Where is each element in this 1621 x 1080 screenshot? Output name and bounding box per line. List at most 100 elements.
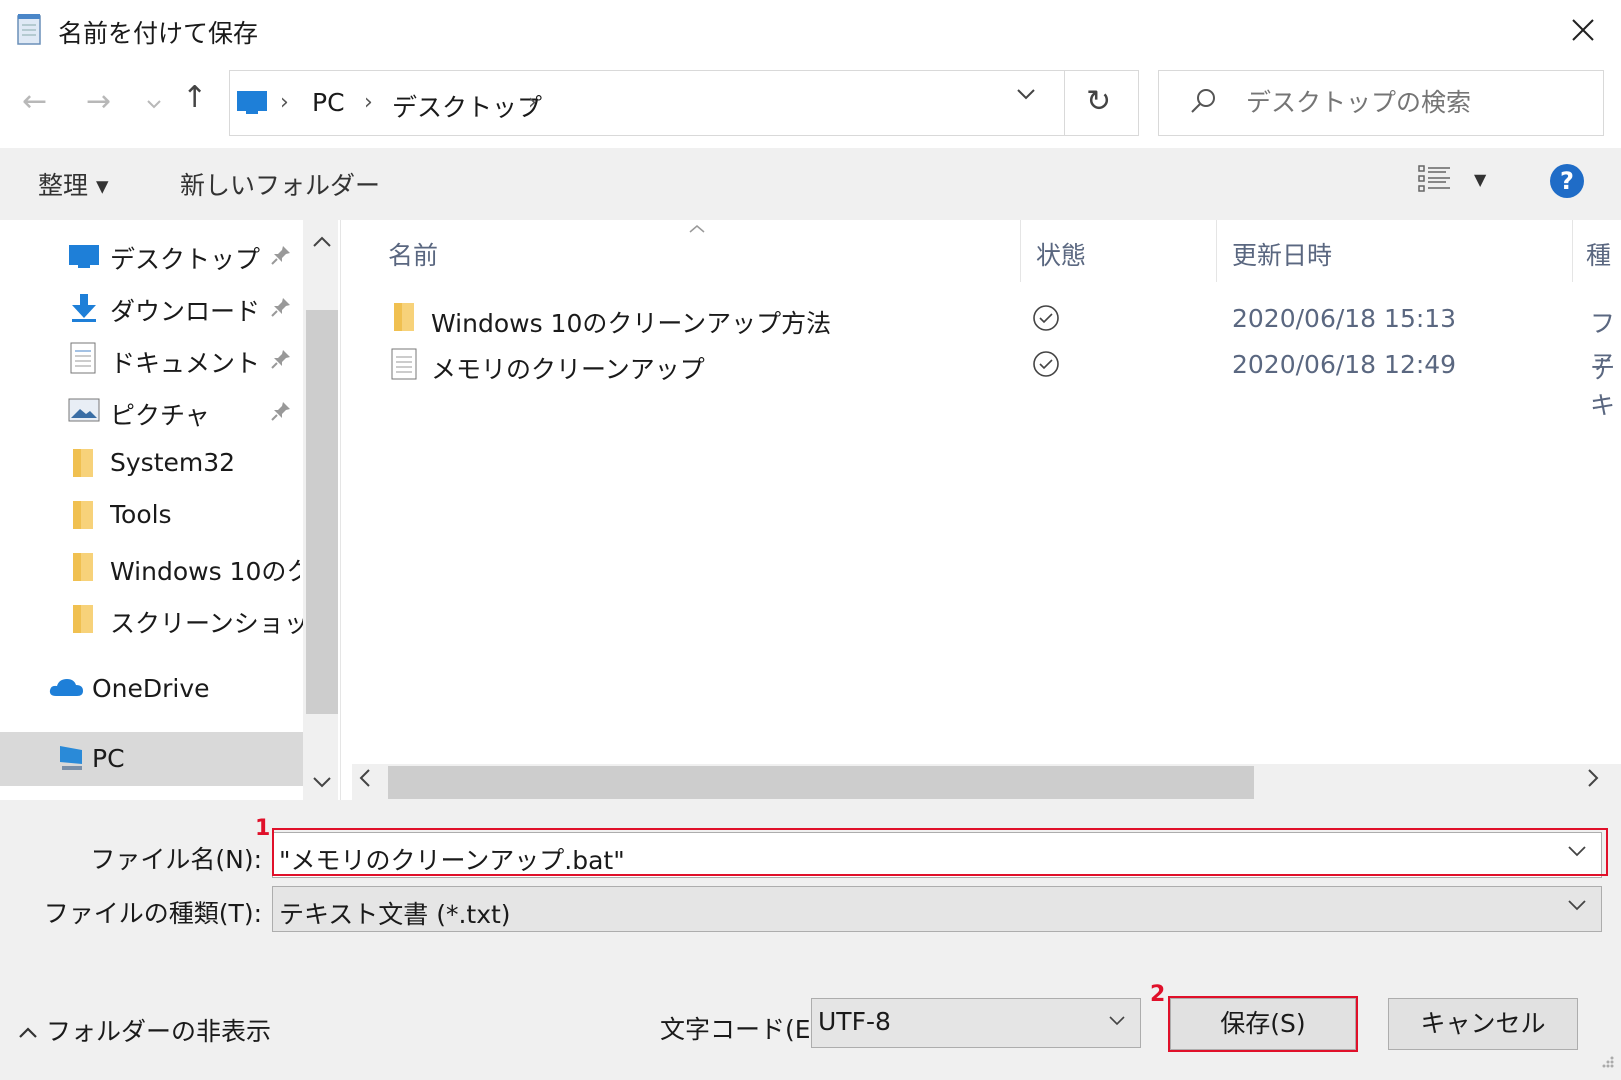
column-header-status[interactable]: 状態 <box>1036 236 1086 272</box>
scroll-right-icon[interactable] <box>1586 768 1600 794</box>
column-header-modified[interactable]: 更新日時 <box>1232 236 1332 272</box>
text-file-icon <box>391 348 417 384</box>
sidebar-item-label: PC <box>92 744 125 773</box>
encoding-value: UTF-8 <box>818 1007 891 1036</box>
column-separator[interactable] <box>1020 220 1021 282</box>
sort-ascending-icon <box>688 218 706 239</box>
cancel-button[interactable]: キャンセル <box>1388 998 1578 1050</box>
hide-folders-label: フォルダーの非表示 <box>45 1017 271 1046</box>
divider <box>1064 70 1065 136</box>
sidebar-item-label: System32 <box>110 448 236 477</box>
up-arrow-icon[interactable]: ↑ <box>182 80 207 115</box>
pc-icon <box>56 744 86 776</box>
refresh-icon[interactable]: ↻ <box>1086 84 1111 119</box>
encoding-label: 文字コード(E): <box>660 1015 829 1044</box>
breadcrumb-separator-icon: › <box>528 90 537 115</box>
sidebar-item-label: Tools <box>110 500 172 529</box>
list-item[interactable]: Windows 10のクリーンアップ方法 2020/06/18 15:13 ファ <box>385 298 1621 374</box>
column-separator[interactable] <box>1216 220 1217 282</box>
scroll-left-icon[interactable] <box>358 768 372 794</box>
sidebar-item-desktop[interactable]: デスクトップ <box>0 230 300 282</box>
sidebar-item-label: Windows 10のクリ <box>110 557 300 586</box>
sidebar-item-windows10-folder[interactable]: Windows 10のクリ <box>0 542 300 594</box>
highlight-box-save <box>1168 996 1358 1052</box>
sidebar-item-documents[interactable]: ドキュメント <box>0 334 300 386</box>
notepad-icon <box>16 12 44 46</box>
file-modified-date: 2020/06/18 12:49 <box>1232 350 1457 379</box>
encoding-select[interactable]: UTF-8 <box>811 998 1141 1048</box>
desktop-icon <box>68 244 100 272</box>
column-header-type[interactable]: 種 <box>1586 236 1611 272</box>
search-input[interactable] <box>1246 88 1576 117</box>
breadcrumb-desktop[interactable]: デスクトップ <box>392 88 542 124</box>
file-name: Windows 10のクリーンアップ方法 <box>431 309 832 338</box>
sidebar-item-label: ピクチャ <box>110 401 210 430</box>
back-arrow-icon[interactable]: ← <box>22 84 47 119</box>
step-marker-1: 1 <box>255 816 271 841</box>
sidebar-item-label: ダウンロード <box>110 297 261 326</box>
sidebar-item-downloads[interactable]: ダウンロード <box>0 282 300 334</box>
horizontal-scrollbar-thumb[interactable] <box>388 766 1254 799</box>
column-separator[interactable] <box>1572 220 1573 282</box>
step-marker-2: 2 <box>1150 982 1166 1007</box>
organize-button[interactable]: 整理 ▾ <box>38 166 109 202</box>
address-dropdown-icon[interactable] <box>1016 86 1036 105</box>
picture-icon <box>68 398 100 426</box>
folder-icon <box>393 302 415 336</box>
scroll-up-icon[interactable] <box>312 230 332 254</box>
recent-locations-chevron-icon[interactable] <box>146 94 162 113</box>
sidebar-item-label: OneDrive <box>92 674 210 703</box>
filename-label: ファイル名(N): <box>90 845 262 874</box>
folder-icon <box>72 604 94 638</box>
chevron-down-icon <box>1108 1011 1126 1030</box>
forward-arrow-icon[interactable]: → <box>86 84 111 119</box>
chevron-up-icon <box>18 1017 46 1046</box>
sync-status-check-icon <box>1032 350 1060 382</box>
help-button[interactable]: ? <box>1550 164 1584 198</box>
close-icon <box>1572 19 1594 41</box>
breadcrumb-pc[interactable]: PC <box>312 88 345 117</box>
breadcrumb-separator-icon: › <box>364 90 373 115</box>
sidebar-item-pictures[interactable]: ピクチャ <box>0 386 300 438</box>
filetype-value: テキスト文書 (*.txt) <box>279 900 511 929</box>
pane-divider <box>340 220 341 800</box>
pin-icon <box>270 348 292 374</box>
file-modified-date: 2020/06/18 15:13 <box>1232 304 1457 333</box>
scroll-down-icon[interactable] <box>312 770 332 794</box>
folder-icon <box>72 500 94 534</box>
pc-icon <box>236 90 268 114</box>
download-icon <box>70 292 98 326</box>
folder-icon <box>72 552 94 586</box>
resize-grip-icon[interactable] <box>1596 1054 1616 1078</box>
file-name: メモリのクリーンアップ <box>431 355 705 384</box>
new-folder-button[interactable]: 新しいフォルダー <box>180 166 380 202</box>
filetype-label: ファイルの種類(T): <box>43 899 262 928</box>
folder-icon <box>72 448 94 482</box>
file-type: テキ <box>1590 355 1616 420</box>
sidebar-item-label: デスクトップ <box>110 245 261 274</box>
highlight-box-filename <box>272 828 1608 876</box>
sidebar-item-system32[interactable]: System32 <box>0 438 300 490</box>
window-title: 名前を付けて保存 <box>58 19 259 48</box>
column-header-name[interactable]: 名前 <box>388 236 438 272</box>
search-icon <box>1188 86 1218 120</box>
sidebar-item-onedrive[interactable]: OneDrive <box>0 664 300 716</box>
sidebar-item-screenshots[interactable]: スクリーンショット <box>0 594 334 646</box>
sidebar-scrollbar-thumb[interactable] <box>306 310 338 714</box>
pin-icon <box>270 244 292 270</box>
pin-icon <box>270 296 292 322</box>
list-item[interactable]: メモリのクリーンアップ 2020/06/18 12:49 テキ <box>385 344 1621 420</box>
pin-icon <box>270 400 292 426</box>
sidebar-item-tools[interactable]: Tools <box>0 490 300 542</box>
view-options-dropdown-icon[interactable]: ▼ <box>1474 170 1486 189</box>
view-details-icon[interactable] <box>1418 164 1452 198</box>
breadcrumb-separator-icon: › <box>280 90 289 115</box>
sidebar-item-label: スクリーンショット <box>110 609 334 638</box>
close-button[interactable] <box>1558 10 1608 50</box>
sidebar-item-label: ドキュメント <box>110 349 261 378</box>
filetype-select[interactable]: テキスト文書 (*.txt) <box>272 886 1602 932</box>
hide-folders-toggle[interactable]: フォルダーの非表示 <box>18 1012 271 1048</box>
sidebar-item-pc[interactable]: PC <box>0 732 303 786</box>
chevron-down-icon[interactable] <box>1567 897 1587 916</box>
onedrive-cloud-icon <box>48 676 84 702</box>
